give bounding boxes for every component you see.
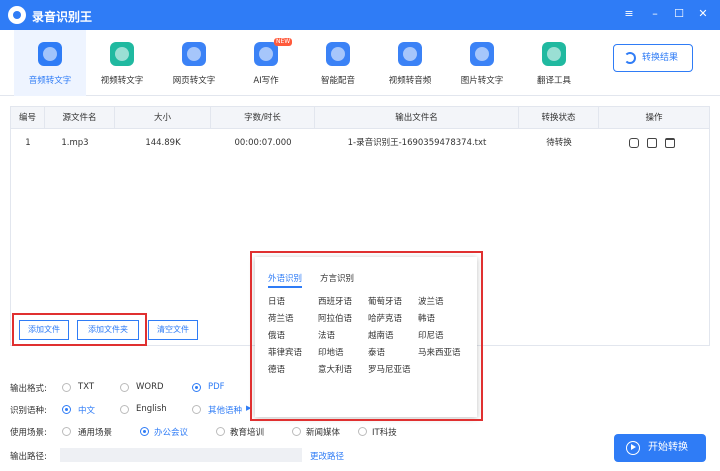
translate-icon	[542, 42, 566, 66]
header-actions: 操作	[645, 113, 663, 123]
language-radio-other[interactable]	[192, 405, 201, 414]
language-radio-english[interactable]	[120, 405, 129, 414]
tool-label: 翻译工具	[536, 76, 571, 86]
close-icon[interactable]: ✕	[696, 7, 710, 21]
table-row[interactable]: 1 1.mp3 144.89K 00:00:07.000 1-录音识别王-169…	[11, 129, 709, 157]
tool-image-to-text[interactable]: 图片转文字	[446, 30, 518, 96]
image-to-text-icon	[470, 42, 494, 66]
new-badge: NEW	[274, 38, 293, 46]
video-to-text-icon	[110, 42, 134, 66]
cell-status: 待转换	[546, 138, 572, 148]
table-header: 编号 源文件名 大小 字数/时长 输出文件名 转换状态 操作	[11, 107, 709, 129]
conversion-results-label: 转换结果	[642, 53, 679, 63]
scene-label: 使用场景:	[10, 428, 47, 438]
tool-video-to-text[interactable]: 视频转文字	[86, 30, 158, 96]
format-txt-label: TXT	[78, 382, 95, 392]
tool-dubbing[interactable]: 智能配音	[302, 30, 374, 96]
minimize-icon[interactable]: –	[648, 7, 662, 21]
webpage-to-text-icon	[182, 42, 206, 66]
app-logo-icon	[8, 6, 26, 24]
scene-radio-meeting[interactable]	[140, 427, 149, 436]
tool-label: 网页转文字	[172, 76, 216, 86]
format-radio-txt[interactable]	[62, 383, 71, 392]
language-radio-chinese[interactable]	[62, 405, 71, 414]
path-label: 输出路径:	[10, 452, 47, 462]
language-english-label: English	[136, 404, 167, 414]
refresh-icon	[624, 52, 636, 64]
header-status: 转换状态	[519, 107, 599, 129]
language-other-label[interactable]: 其他语种	[208, 404, 242, 416]
tool-label: 视频转文字	[100, 76, 144, 86]
scene-radio-it[interactable]	[358, 427, 367, 436]
clear-files-button[interactable]: 清空文件	[148, 320, 198, 340]
scene-radio-education[interactable]	[216, 427, 225, 436]
cell-output-name: 1-录音识别王-1690359478374.txt	[347, 138, 487, 148]
format-pdf-label: PDF	[208, 382, 225, 392]
cell-duration: 00:00:07.000	[234, 138, 292, 148]
scene-radio-media[interactable]	[292, 427, 301, 436]
header-size: 大小	[115, 107, 211, 129]
format-radio-pdf[interactable]	[192, 383, 201, 392]
scene-education-label: 教育培训	[230, 428, 265, 438]
highlight-box-popup	[250, 251, 483, 421]
cell-size: 144.89K	[145, 138, 181, 148]
tool-label: 智能配音	[320, 76, 355, 86]
delete-icon[interactable]	[665, 138, 675, 148]
cell-index: 1	[25, 138, 31, 148]
play-icon	[626, 441, 640, 455]
tool-webpage-to-text[interactable]: 网页转文字	[158, 30, 230, 96]
tool-label: 视频转音频	[388, 76, 432, 86]
tool-translate[interactable]: 翻译工具	[518, 30, 590, 96]
scene-general-label: 通用场景	[78, 428, 113, 438]
language-chinese-label: 中文	[78, 406, 96, 416]
toolbar: 音频转文字 视频转文字 网页转文字 NEW AI写作 智能配音 视频转音频 图片…	[0, 30, 720, 96]
title-bar: 录音识别王 ≡ – ☐ ✕	[0, 0, 720, 30]
header-index: 编号	[11, 107, 45, 129]
tool-label: 图片转文字	[460, 76, 504, 86]
scene-meeting-label: 办公会议	[154, 428, 189, 438]
scene-media-label: 新闻媒体	[306, 428, 341, 438]
header-output-name: 输出文件名	[315, 107, 519, 129]
header-duration: 字数/时长	[211, 107, 315, 129]
cell-source-name: 1.mp3	[61, 138, 89, 148]
menu-icon[interactable]: ≡	[622, 7, 636, 21]
start-conversion-button[interactable]: 开始转换	[614, 434, 706, 462]
header-source-name: 源文件名	[45, 107, 115, 129]
tool-label: 音频转文字	[28, 76, 72, 86]
tool-ai-writing[interactable]: NEW AI写作	[230, 30, 302, 96]
tool-label: AI写作	[253, 76, 279, 86]
format-label: 输出格式:	[10, 384, 47, 394]
start-conversion-label: 开始转换	[648, 442, 688, 453]
highlight-box-buttons	[12, 313, 147, 346]
tool-audio-to-text[interactable]: 音频转文字	[14, 30, 86, 96]
ai-writing-icon	[254, 42, 278, 66]
change-path-link[interactable]: 更改路径	[310, 450, 344, 462]
app-title: 录音识别王	[32, 10, 93, 24]
maximize-icon[interactable]: ☐	[672, 7, 686, 21]
audio-to-text-icon	[38, 42, 62, 66]
dubbing-icon	[326, 42, 350, 66]
preview-icon[interactable]	[629, 138, 639, 148]
conversion-results-button[interactable]: 转换结果	[613, 44, 693, 72]
folder-icon[interactable]	[647, 138, 657, 148]
format-radio-word[interactable]	[120, 383, 129, 392]
language-label: 识别语种:	[10, 406, 47, 416]
format-word-label: WORD	[136, 382, 164, 392]
tool-video-to-audio[interactable]: 视频转音频	[374, 30, 446, 96]
output-path-field[interactable]	[60, 448, 302, 462]
video-to-audio-icon	[398, 42, 422, 66]
scene-it-label: IT科技	[372, 428, 397, 438]
scene-radio-general[interactable]	[62, 427, 71, 436]
